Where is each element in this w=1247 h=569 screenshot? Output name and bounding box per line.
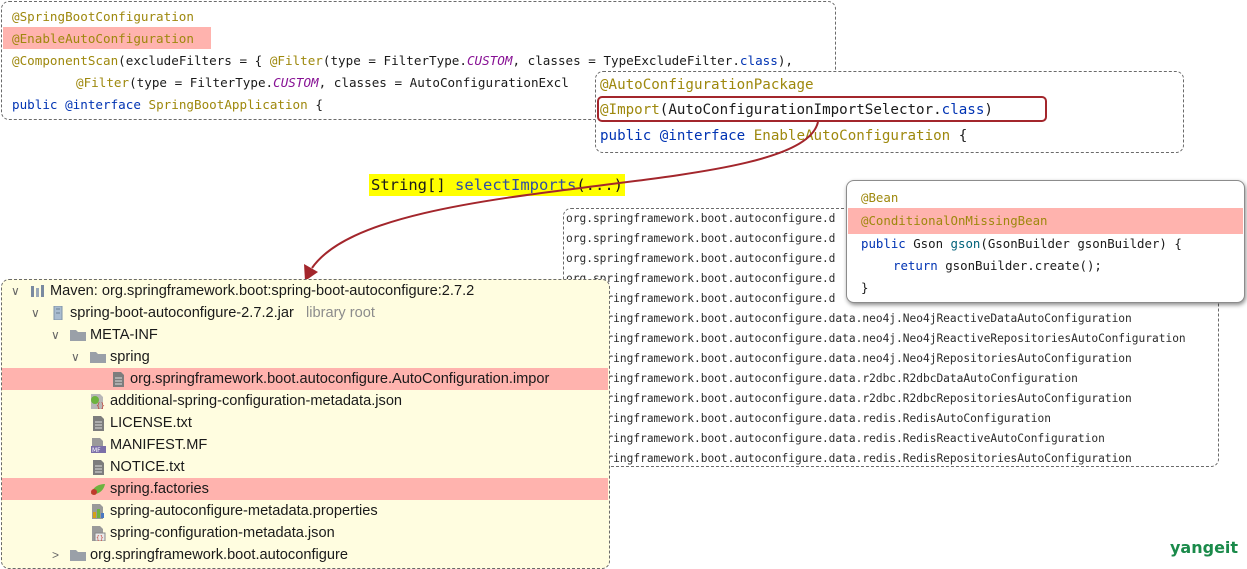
text-file-icon — [93, 416, 104, 431]
chevron-down-icon[interactable]: ∨ — [11, 280, 20, 302]
list-item: org.springframework.boot.autoconfigure.d… — [566, 452, 1132, 465]
jar-icon — [53, 306, 63, 320]
tree-item-manifest[interactable]: MF MANIFEST.MF — [2, 434, 608, 456]
json-file-icon: {} — [92, 526, 106, 541]
list-item: org.springframework.boot.autoconfigure.d — [566, 232, 836, 245]
chevron-down-icon[interactable]: ∨ — [51, 324, 60, 346]
code-line-2[interactable]: @ConditionalOnMissingBean — [861, 210, 1048, 232]
list-item: org.springframework.boot.autoconfigure.d… — [566, 432, 1105, 445]
list-item: org.springframework.boot.autoconfigure.d… — [566, 392, 1132, 405]
tree-item-auto-configuration-imports[interactable]: org.springframework.boot.autoconfigure.A… — [2, 368, 608, 390]
folder-icon — [70, 330, 86, 341]
bean-annotation: @Bean — [861, 190, 899, 205]
list-item: org.springframework.boot.autoconfigure.d… — [566, 332, 1186, 345]
spring-json-icon: {} — [91, 394, 105, 409]
folder-icon — [90, 352, 106, 363]
svg-text:MF: MF — [92, 447, 101, 453]
tree-item-spring-folder[interactable]: ∨ spring — [2, 346, 608, 368]
list-item: org.springframework.boot.autoconfigure.d — [566, 212, 836, 225]
list-item: org.springframework.boot.autoconfigure.d… — [566, 352, 1132, 365]
gson-bean-popup: @Bean @ConditionalOnMissingBean public G… — [846, 180, 1245, 303]
project-tree: ∨ Maven: org.springframework.boot:spring… — [1, 279, 610, 569]
code-line-1: @Bean — [861, 187, 898, 209]
manifest-file-icon: MF — [91, 438, 106, 453]
list-item: org.springframework.boot.autoconfigure.d… — [566, 412, 1051, 425]
list-item: org.springframework.boot.autoconfigure.d… — [566, 372, 1078, 385]
properties-file-icon — [92, 504, 104, 519]
tree-item-autoconfigure-properties[interactable]: spring-autoconfigure-metadata.properties — [2, 500, 608, 522]
library-icon — [31, 285, 44, 297]
package-folder-icon — [70, 550, 86, 561]
chevron-down-icon[interactable]: ∨ — [71, 346, 80, 368]
list-item: org.springframework.boot.autoconfigure.d — [566, 252, 836, 265]
tree-item-configuration-metadata-json[interactable]: {} spring-configuration-metadata.json — [2, 522, 608, 544]
tree-item-meta-inf[interactable]: ∨ META-INF — [2, 324, 608, 346]
code-line-4: return gsonBuilder.create(); — [893, 258, 1102, 273]
chevron-down-icon[interactable]: ∨ — [31, 302, 40, 324]
brand-logo: yangeit — [1170, 538, 1239, 557]
tree-item-spring-factories[interactable]: spring.factories — [2, 478, 608, 500]
tree-item-license[interactable]: LICENSE.txt — [2, 412, 608, 434]
tree-root-maven[interactable]: ∨ Maven: org.springframework.boot:spring… — [2, 280, 608, 302]
file-icon — [113, 372, 124, 387]
tree-item-additional-metadata-json[interactable]: {} additional-spring-configuration-metad… — [2, 390, 608, 412]
text-file-icon — [93, 460, 104, 475]
code-line-3: public Gson gson(GsonBuilder gsonBuilder… — [861, 236, 1182, 251]
svg-text:{}: {} — [96, 535, 104, 541]
chevron-right-icon[interactable]: > — [52, 544, 59, 566]
svg-text:{}: {} — [96, 402, 105, 409]
spring-factories-icon — [91, 484, 105, 495]
code-line-5: } — [861, 280, 869, 295]
list-item: org.springframework.boot.autoconfigure.d… — [566, 312, 1132, 325]
tree-item-jar[interactable]: ∨ spring-boot-autoconfigure-2.7.2.jar li… — [2, 302, 608, 324]
tree-item-notice[interactable]: NOTICE.txt — [2, 456, 608, 478]
tree-item-package[interactable]: > org.springframework.boot.autoconfigure — [2, 544, 608, 566]
conditional-on-missing-bean-annotation[interactable]: @ConditionalOnMissingBean — [861, 213, 1048, 228]
